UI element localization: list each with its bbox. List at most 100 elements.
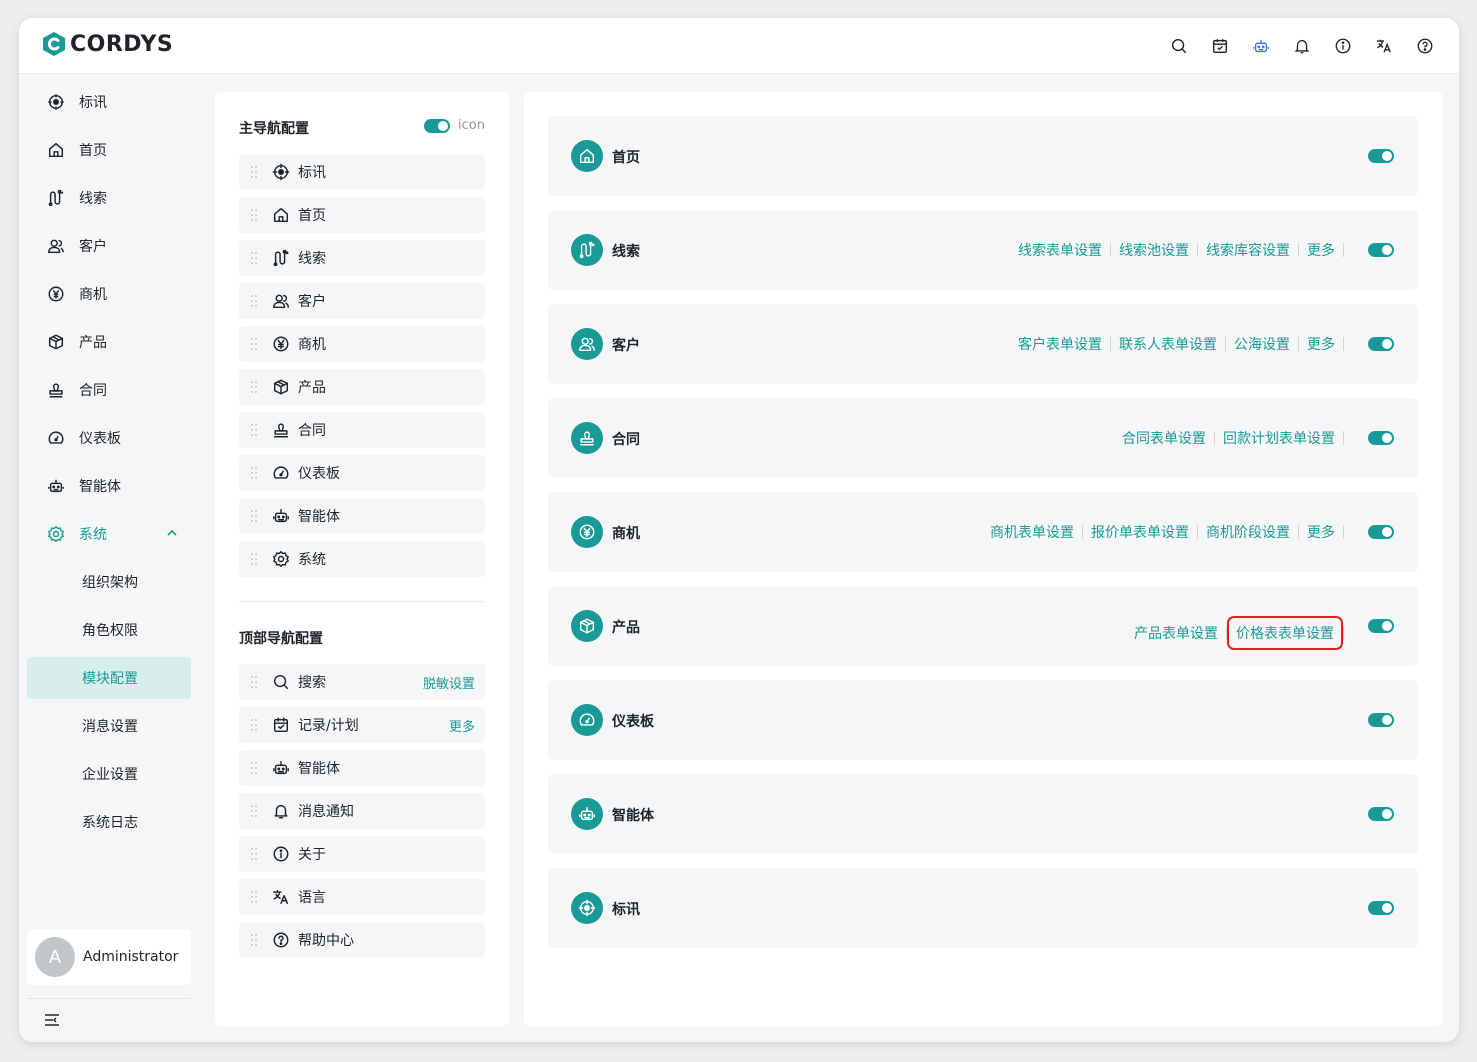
drag-handle-icon[interactable] [250,380,258,394]
module-setting-link[interactable]: 更多 [1299,240,1343,260]
drag-handle-icon[interactable] [250,847,258,861]
sidebar-item-label: 智能体 [79,479,121,495]
drag-handle-icon[interactable] [250,890,258,904]
module-enable-toggle[interactable] [1368,431,1394,445]
module-setting-link[interactable]: 客户表单设置 [1010,334,1110,354]
module-setting-link[interactable]: 更多 [1299,334,1343,354]
sidebar-item-contracts[interactable]: 合同 [27,369,191,411]
drag-handle-icon[interactable] [250,337,258,351]
yen-icon [48,286,64,302]
sidebar-sub-org[interactable]: 组织架构 [27,561,191,603]
module-setting-link[interactable]: 线索库容设置 [1198,240,1298,260]
drag-handle-icon[interactable] [250,509,258,523]
translate-icon[interactable] [1372,34,1396,58]
module-enable-toggle[interactable] [1368,713,1394,727]
module-setting-link[interactable]: 价格表表单设置 [1227,616,1343,650]
sidebar-sub-messages[interactable]: 消息设置 [27,705,191,747]
module-links: 产品表单设置 价格表表单设置 [1126,616,1344,650]
module-setting-link[interactable]: 产品表单设置 [1126,623,1226,643]
icon-display-toggle[interactable] [424,118,451,133]
top-nav-item-link[interactable]: 更多 [449,716,475,735]
module-enable-toggle[interactable] [1368,901,1394,915]
robot-icon[interactable] [1249,34,1273,58]
sidebar-item-products[interactable]: 产品 [27,321,191,363]
top-nav-item-link[interactable]: 脱敏设置 [423,673,475,692]
main-nav-item[interactable]: 商机 [239,326,485,362]
sidebar-sub-logs[interactable]: 系统日志 [27,801,191,843]
chevron-up-icon[interactable] [165,526,179,540]
target-icon [48,94,64,110]
module-setting-link[interactable]: 更多 [1299,522,1343,542]
top-nav-item[interactable]: 记录/计划 更多 [239,707,485,743]
sidebar-item-home[interactable]: 首页 [27,129,191,171]
module-setting-link[interactable]: 回款计划表单设置 [1215,428,1343,448]
main-nav-item[interactable]: 仪表板 [239,455,485,491]
drag-handle-icon[interactable] [250,761,258,775]
sidebar-sub-roles[interactable]: 角色权限 [27,609,191,651]
module-setting-link[interactable]: 商机阶段设置 [1198,522,1298,542]
main-nav-item[interactable]: 产品 [239,369,485,405]
info-icon[interactable] [1331,34,1355,58]
main-nav-item[interactable]: 标讯 [239,154,485,190]
calendar-check-icon[interactable] [1208,34,1232,58]
sidebar-item-dashboard[interactable]: 仪表板 [27,417,191,459]
sidebar-item-opportunities[interactable]: 商机 [27,273,191,315]
top-nav-item[interactable]: 语言 [239,879,485,915]
drag-handle-icon[interactable] [250,933,258,947]
sidebar-sub-label: 角色权限 [82,623,138,639]
sidebar-item-customers[interactable]: 客户 [27,225,191,267]
drag-handle-icon[interactable] [250,208,258,222]
sidebar-sub-enterprise[interactable]: 企业设置 [27,753,191,795]
main-nav-item[interactable]: 智能体 [239,498,485,534]
sidebar-item-label: 合同 [79,383,107,399]
top-nav-item[interactable]: 搜索 脱敏设置 [239,664,485,700]
sidebar-item-bid-info[interactable]: 标讯 [27,81,191,123]
module-enable-toggle[interactable] [1368,149,1394,163]
sidebar-item-system[interactable]: 系统 [27,513,191,555]
top-nav-item[interactable]: 帮助中心 [239,922,485,958]
top-nav-title: 顶部导航配置 [239,631,323,647]
drag-handle-icon[interactable] [250,804,258,818]
main-nav-item[interactable]: 首页 [239,197,485,233]
module-enable-toggle[interactable] [1368,525,1394,539]
brand-logo[interactable]: CORDYS [41,31,173,57]
module-setting-link[interactable]: 商机表单设置 [982,522,1082,542]
module-setting-link[interactable]: 公海设置 [1226,334,1298,354]
module-setting-link[interactable]: 合同表单设置 [1114,428,1214,448]
main-nav-item[interactable]: 线索 [239,240,485,276]
sidebar-item-agent[interactable]: 智能体 [27,465,191,507]
user-name: Administrator [83,949,179,965]
drag-handle-icon[interactable] [250,718,258,732]
top-nav-item[interactable]: 智能体 [239,750,485,786]
search-icon[interactable] [1167,34,1191,58]
user-card[interactable]: A Administrator [27,929,191,985]
sidebar-item-leads[interactable]: 线索 [27,177,191,219]
module-setting-link[interactable]: 联系人表单设置 [1111,334,1225,354]
avatar: A [35,937,75,977]
main-nav-item[interactable]: 系统 [239,541,485,577]
drag-handle-icon[interactable] [250,466,258,480]
module-setting-link[interactable]: 线索池设置 [1111,240,1197,260]
module-enable-toggle[interactable] [1368,337,1394,351]
drag-handle-icon[interactable] [250,675,258,689]
drag-handle-icon[interactable] [250,165,258,179]
main-nav-item-label: 产品 [298,380,326,396]
drag-handle-icon[interactable] [250,294,258,308]
main-nav-item[interactable]: 合同 [239,412,485,448]
module-enable-toggle[interactable] [1368,807,1394,821]
drag-handle-icon[interactable] [250,251,258,265]
dashboard-icon [579,713,595,726]
top-nav-item[interactable]: 关于 [239,836,485,872]
drag-handle-icon[interactable] [250,423,258,437]
sidebar-sub-module-config[interactable]: 模块配置 [27,657,191,699]
module-setting-link[interactable]: 线索表单设置 [1010,240,1110,260]
collapse-sidebar-icon[interactable] [43,1011,61,1029]
main-nav-item[interactable]: 客户 [239,283,485,319]
drag-handle-icon[interactable] [250,552,258,566]
help-icon[interactable] [1413,34,1437,58]
module-setting-link[interactable]: 报价单表单设置 [1083,522,1197,542]
bell-icon[interactable] [1290,34,1314,58]
module-enable-toggle[interactable] [1368,619,1394,633]
module-enable-toggle[interactable] [1368,243,1394,257]
top-nav-item[interactable]: 消息通知 [239,793,485,829]
